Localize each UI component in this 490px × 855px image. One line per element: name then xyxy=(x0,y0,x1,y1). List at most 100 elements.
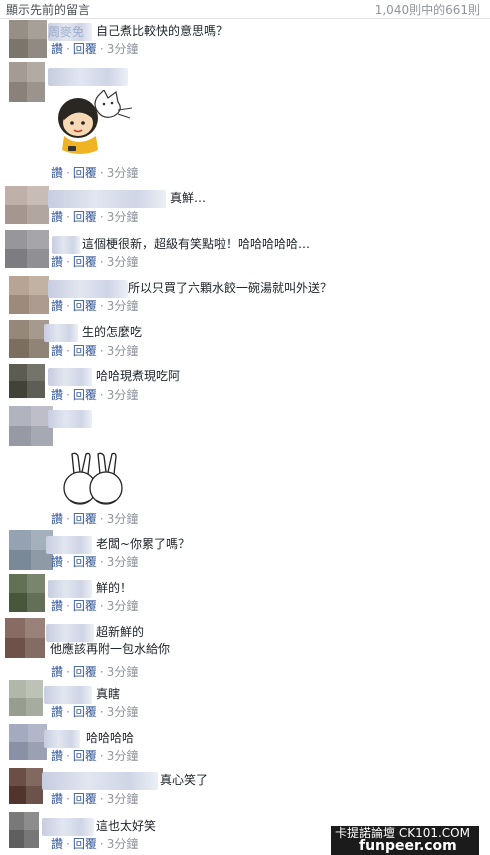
separator-dot: · xyxy=(99,705,104,719)
reply-link[interactable]: 回覆 xyxy=(73,837,97,851)
comment-actions: 讚 · 回覆 · 3分鐘 xyxy=(51,749,138,763)
commenter-name[interactable] xyxy=(52,236,80,254)
separator-dot: · xyxy=(66,388,70,402)
comment-timestamp[interactable]: 3分鐘 xyxy=(107,792,139,806)
reply-link[interactable]: 回覆 xyxy=(73,344,97,358)
like-link[interactable]: 讚 xyxy=(51,512,63,526)
comment-timestamp[interactable]: 3分鐘 xyxy=(107,705,139,719)
comment-timestamp[interactable]: 3分鐘 xyxy=(107,344,139,358)
commenter-name[interactable] xyxy=(42,818,94,836)
comment-actions: 讚 · 回覆 · 3分鐘 xyxy=(51,555,138,569)
avatar[interactable] xyxy=(5,230,49,268)
comment-text: 鮮的！ xyxy=(96,581,133,595)
comment-actions: 讚 · 回覆 · 3分鐘 xyxy=(51,255,138,269)
comment-timestamp[interactable]: 3分鐘 xyxy=(107,665,139,679)
like-link[interactable]: 讚 xyxy=(51,599,63,613)
reply-link[interactable]: 回覆 xyxy=(73,555,97,569)
reply-link[interactable]: 回覆 xyxy=(73,42,97,56)
like-link[interactable]: 讚 xyxy=(51,344,63,358)
comment-timestamp[interactable]: 3分鐘 xyxy=(107,255,139,269)
like-link[interactable]: 讚 xyxy=(51,299,63,313)
comment-text: 所以只買了六顆水餃一碗湯就叫外送？ xyxy=(128,281,333,295)
avatar[interactable] xyxy=(5,186,49,224)
like-link[interactable]: 讚 xyxy=(51,210,63,224)
like-link[interactable]: 讚 xyxy=(51,555,63,569)
comment-timestamp[interactable]: 3分鐘 xyxy=(107,555,139,569)
separator-dot: · xyxy=(66,837,70,851)
reply-link[interactable]: 回覆 xyxy=(73,665,97,679)
view-previous-comments-link[interactable]: 顯示先前的留言 xyxy=(6,1,90,18)
commenter-name[interactable] xyxy=(46,624,94,642)
comment-text: 真瞎 xyxy=(96,687,121,701)
comment-timestamp[interactable]: 3分鐘 xyxy=(107,749,139,763)
reply-link[interactable]: 回覆 xyxy=(73,210,97,224)
commenter-name[interactable] xyxy=(48,580,92,598)
commenter-name[interactable] xyxy=(42,772,158,790)
reply-link[interactable]: 回覆 xyxy=(73,599,97,613)
avatar[interactable] xyxy=(9,574,45,612)
comment-timestamp[interactable]: 3分鐘 xyxy=(107,210,139,224)
avatar[interactable] xyxy=(5,618,45,658)
comment-text-line2: 他應該再附一包水給你 xyxy=(50,642,171,656)
commenter-name[interactable]: 周麥免 xyxy=(48,23,92,41)
commenter-name[interactable] xyxy=(46,536,92,554)
comment-timestamp[interactable]: 3分鐘 xyxy=(107,599,139,613)
comment-text: 老闆~你累了嗎？ xyxy=(96,537,191,551)
comment-timestamp[interactable]: 3分鐘 xyxy=(107,512,139,526)
comment-timestamp[interactable]: 3分鐘 xyxy=(107,166,139,180)
commenter-name[interactable] xyxy=(44,324,78,342)
separator-dot: · xyxy=(99,837,104,851)
commenter-name[interactable] xyxy=(48,280,128,298)
like-link[interactable]: 讚 xyxy=(51,749,63,763)
commenter-name[interactable] xyxy=(44,730,80,748)
comment-text: 真鮮… xyxy=(170,191,207,205)
comment-timestamp[interactable]: 3分鐘 xyxy=(107,837,139,851)
reply-link[interactable]: 回覆 xyxy=(73,792,97,806)
like-link[interactable]: 讚 xyxy=(51,42,63,56)
like-link[interactable]: 讚 xyxy=(51,255,63,269)
comment-actions: 讚 · 回覆 · 3分鐘 xyxy=(51,599,138,613)
comment-timestamp[interactable]: 3分鐘 xyxy=(107,388,139,402)
like-link[interactable]: 讚 xyxy=(51,388,63,402)
reply-link[interactable]: 回覆 xyxy=(73,705,97,719)
avatar[interactable] xyxy=(9,62,45,102)
comment-timestamp[interactable]: 3分鐘 xyxy=(107,42,139,56)
avatar[interactable] xyxy=(9,320,49,358)
reply-link[interactable]: 回覆 xyxy=(73,749,97,763)
avatar[interactable] xyxy=(9,768,43,804)
avatar[interactable] xyxy=(9,364,45,398)
comment-actions: 讚 · 回覆 · 3分鐘 xyxy=(51,344,138,358)
like-link[interactable]: 讚 xyxy=(51,166,63,180)
comment-text: 哈哈哈哈 xyxy=(86,731,135,745)
like-link[interactable]: 讚 xyxy=(51,665,63,679)
commenter-name[interactable] xyxy=(48,190,166,208)
separator-dot: · xyxy=(66,792,70,806)
reply-link[interactable]: 回覆 xyxy=(73,512,97,526)
avatar[interactable] xyxy=(9,20,47,58)
avatar[interactable] xyxy=(9,812,39,848)
avatar[interactable] xyxy=(9,406,53,446)
comment-actions: 讚 · 回覆 · 3分鐘 xyxy=(51,705,138,719)
like-link[interactable]: 讚 xyxy=(51,705,63,719)
reply-link[interactable]: 回覆 xyxy=(73,255,97,269)
avatar[interactable] xyxy=(9,724,47,760)
commenter-name[interactable] xyxy=(48,68,128,86)
separator-dot: · xyxy=(66,555,70,569)
like-link[interactable]: 讚 xyxy=(51,792,63,806)
reply-link[interactable]: 回覆 xyxy=(73,166,97,180)
commenter-name[interactable] xyxy=(48,368,92,386)
comment-text: 這也太好笑 xyxy=(96,819,157,833)
separator-dot: · xyxy=(66,299,70,313)
like-link[interactable]: 讚 xyxy=(51,837,63,851)
reply-link[interactable]: 回覆 xyxy=(73,388,97,402)
avatar[interactable] xyxy=(9,276,49,314)
avatar[interactable] xyxy=(9,680,43,716)
reply-link[interactable]: 回覆 xyxy=(73,299,97,313)
separator-dot: · xyxy=(99,299,104,313)
commenter-name[interactable] xyxy=(44,686,92,704)
separator-dot: · xyxy=(99,388,104,402)
comment-timestamp[interactable]: 3分鐘 xyxy=(107,299,139,313)
comments-header: 顯示先前的留言 1,040則中的661則 xyxy=(0,0,490,19)
separator-dot: · xyxy=(66,749,70,763)
commenter-name[interactable] xyxy=(48,410,92,428)
